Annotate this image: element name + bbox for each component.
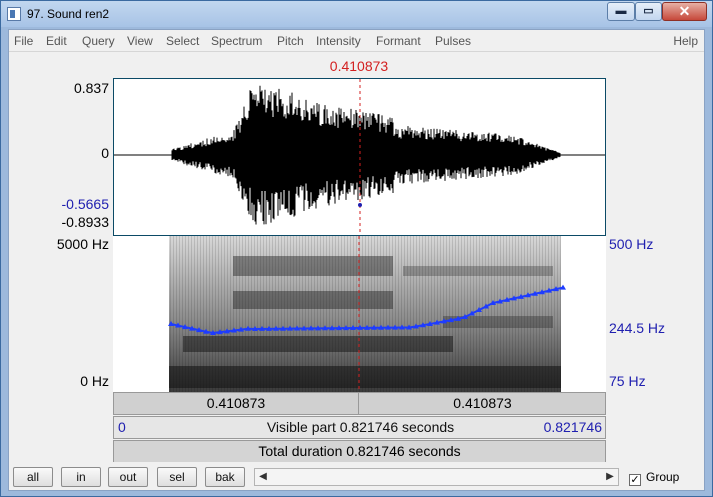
total-duration-label: Total duration 0.821746 seconds (258, 443, 461, 459)
waveform-plot (114, 79, 605, 235)
menu-edit[interactable]: Edit (46, 34, 67, 48)
scroll-right-icon[interactable]: ▶ (602, 469, 618, 485)
tier-right-time[interactable]: 0.410873 (360, 393, 605, 414)
visible-start-time: 0 (118, 419, 126, 435)
minimize-button[interactable]: ▬ (607, 2, 635, 21)
zoom-selection-button[interactable]: sel (157, 467, 197, 487)
zoom-back-button[interactable]: bak (205, 467, 245, 487)
group-label: Group (646, 470, 680, 484)
zoom-out-button[interactable]: out (108, 467, 148, 487)
formant-band (183, 336, 453, 352)
pitch-cursor-label: 244.5 Hz (609, 320, 666, 336)
menu-file[interactable]: File (14, 34, 33, 48)
spectrogram-max-freq: 5000 Hz (56, 236, 109, 252)
waveform-max-label: 0.837 (73, 80, 109, 96)
cursor-marker (358, 203, 362, 207)
waveform-zero-label: 0 (101, 145, 109, 161)
total-duration-tier[interactable]: Total duration 0.821746 seconds (113, 440, 606, 463)
pitch-max-label: 500 Hz (609, 236, 654, 252)
spectrogram-plot (168, 236, 566, 392)
selection-tier[interactable]: 0.410873 0.410873 (113, 392, 606, 415)
menu-select[interactable]: Select (166, 34, 199, 48)
visible-end-time: 0.821746 (543, 419, 602, 435)
waveform-min-label: -0.8933 (61, 214, 109, 230)
formant-band (233, 256, 393, 276)
title-bar[interactable]: 97. Sound ren2 ▬ ▭ ✕ (1, 1, 712, 27)
visible-part-tier[interactable]: Visible part 0.821746 seconds 0 0.821746 (113, 416, 606, 439)
all-button[interactable]: all (13, 467, 53, 487)
scroll-left-icon[interactable]: ◀ (255, 469, 271, 485)
spectrogram-min-freq: 0 Hz (80, 373, 109, 389)
client-area: File Edit Query View Select Spectrum Pit… (8, 29, 705, 491)
waveform-panel[interactable] (113, 78, 606, 236)
editor-window: 97. Sound ren2 ▬ ▭ ✕ File Edit Query Vie… (0, 0, 713, 497)
maximize-button[interactable]: ▭ (635, 2, 662, 21)
group-toggle[interactable]: ✓ Group (629, 470, 679, 486)
menu-spectrum[interactable]: Spectrum (211, 34, 262, 48)
menu-query[interactable]: Query (82, 34, 115, 48)
formant-band (403, 266, 553, 276)
formant-band (169, 366, 561, 388)
pitch-min-label: 75 Hz (609, 373, 646, 389)
window-title: 97. Sound ren2 (27, 7, 110, 21)
menu-view[interactable]: View (127, 34, 153, 48)
menu-pulses[interactable]: Pulses (435, 34, 471, 48)
bottom-toolbar: all in out sel bak ◀ ▶ ✓ Group (9, 462, 704, 490)
waveform-cursor-value-label: -0.5665 (61, 196, 109, 212)
menu-intensity[interactable]: Intensity (316, 34, 361, 48)
menu-bar: File Edit Query View Select Spectrum Pit… (9, 30, 704, 52)
horizontal-scrollbar[interactable]: ◀ ▶ (254, 468, 619, 486)
menu-help[interactable]: Help (673, 34, 698, 48)
group-checkbox[interactable]: ✓ (629, 474, 641, 486)
menu-formant[interactable]: Formant (376, 34, 421, 48)
cursor-time-label: 0.410873 (329, 58, 389, 74)
app-icon (7, 7, 21, 21)
visible-part-label: Visible part 0.821746 seconds (266, 419, 455, 435)
close-button[interactable]: ✕ (662, 2, 707, 21)
menu-pitch[interactable]: Pitch (277, 34, 304, 48)
zoom-in-button[interactable]: in (61, 467, 101, 487)
spectrogram-panel[interactable] (113, 236, 606, 392)
formant-band (233, 291, 393, 309)
tier-left-time[interactable]: 0.410873 (114, 393, 359, 414)
